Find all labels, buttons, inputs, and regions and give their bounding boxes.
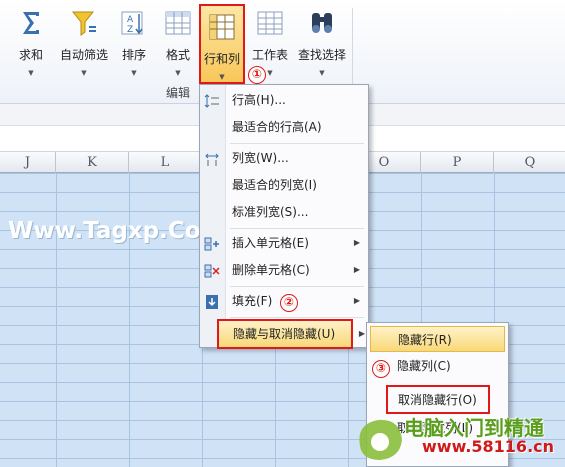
autofilter-button[interactable]: 自动筛选 ▼ [56, 2, 112, 84]
menu-item-column-width[interactable]: 列宽(W)... [200, 145, 368, 171]
menu-item-delete-cells[interactable]: 删除单元格(C) ▶ [200, 257, 368, 283]
rows-columns-icon [205, 10, 239, 44]
column-header-l[interactable]: L [129, 152, 202, 173]
chevron-down-icon: ▼ [319, 69, 325, 77]
chevron-down-icon: ▼ [81, 69, 87, 77]
menu-item-hide-unhide[interactable]: 隐藏与取消隐藏(U) ▶ [217, 319, 365, 349]
rows-columns-button[interactable]: 行和列 ▼ [199, 4, 245, 84]
worksheet-icon [253, 6, 287, 40]
find-select-label: 查找选择 [297, 48, 346, 62]
logo-url: www.58116.cn [422, 437, 555, 456]
chevron-right-icon: ▶ [358, 329, 365, 338]
submenu-item-label: 隐藏列(C) [397, 359, 451, 373]
menu-item-label: 标准列宽(S)... [232, 205, 309, 219]
chevron-right-icon: ▶ [353, 296, 360, 305]
worksheet-label: 工作表 [251, 48, 288, 62]
find-icon [305, 6, 339, 40]
menu-item-label: 插入单元格(E) [232, 236, 309, 250]
annotation-1: ① [248, 66, 266, 84]
fill-icon [204, 293, 220, 309]
column-header-k[interactable]: K [56, 152, 129, 173]
menu-item-label: 最适合的行高(A) [232, 120, 322, 134]
menu-item-label: 最适合的列宽(I) [232, 178, 317, 192]
submenu-item-label: 隐藏行(R) [398, 333, 452, 347]
watermark-text: Www.Tagxp.Com [8, 218, 225, 244]
chevron-down-icon: ▼ [131, 69, 137, 77]
menu-item-autofit-column-width[interactable]: 最适合的列宽(I) [200, 172, 368, 198]
format-button[interactable]: 格式 ▼ [158, 2, 198, 84]
autofilter-label: 自动筛选 [59, 48, 108, 62]
column-header-p[interactable]: P [421, 152, 494, 173]
chevron-down-icon: ▼ [267, 69, 273, 77]
chevron-down-icon: ▼ [219, 73, 225, 81]
annotation-2: ② [280, 294, 298, 312]
filter-icon [67, 6, 101, 40]
insert-cells-icon [204, 235, 220, 251]
sort-label: 排序 [121, 48, 146, 62]
chevron-right-icon: ▶ [353, 238, 360, 247]
sum-label: 求和 [18, 48, 43, 62]
format-icon [161, 6, 195, 40]
row-height-icon [204, 92, 220, 108]
delete-cells-icon [204, 262, 220, 278]
svg-text:A: A [127, 15, 134, 25]
column-width-icon [204, 150, 220, 166]
annotation-3: ③ [372, 360, 390, 378]
menu-item-label: 隐藏与取消隐藏(U) [233, 327, 336, 341]
menu-item-label: 行高(H)... [232, 93, 286, 107]
group-separator [352, 8, 353, 96]
format-label: 格式 [165, 48, 190, 62]
sum-button[interactable]: 求和 ▼ [10, 2, 52, 84]
column-header-j[interactable]: J [0, 152, 56, 173]
sort-icon: AZ [117, 6, 151, 40]
submenu-item-hide-rows[interactable]: 隐藏行(R) [370, 326, 505, 352]
menu-item-label: 列宽(W)... [232, 151, 289, 165]
menu-item-standard-width[interactable]: 标准列宽(S)... [200, 199, 368, 225]
menu-item-label: 填充(F) [232, 294, 273, 308]
sum-icon [14, 6, 48, 40]
find-select-button[interactable]: 查找选择 ▼ [294, 2, 350, 84]
rows-columns-label: 行和列 [203, 52, 240, 66]
menu-item-label: 删除单元格(C) [232, 263, 310, 277]
svg-text:Z: Z [127, 25, 133, 35]
group-label-edit: 编辑 [166, 86, 191, 100]
column-header-q[interactable]: Q [494, 152, 565, 173]
chevron-down-icon: ▼ [175, 69, 181, 77]
site-logo: 电脑入门到精通 www.58116.cn [348, 402, 565, 467]
chevron-down-icon: ▼ [28, 69, 34, 77]
sort-button[interactable]: AZ 排序 ▼ [114, 2, 154, 84]
menu-item-insert-cells[interactable]: 插入单元格(E) ▶ [200, 230, 368, 256]
chevron-right-icon: ▶ [353, 265, 360, 274]
menu-separator [230, 228, 364, 229]
menu-item-row-height[interactable]: 行高(H)... [200, 87, 368, 113]
menu-separator [230, 143, 364, 144]
logo-icon [359, 419, 402, 460]
menu-item-autofit-row-height[interactable]: 最适合的行高(A) [200, 114, 368, 140]
menu-separator [230, 317, 364, 318]
menu-separator [230, 286, 364, 287]
